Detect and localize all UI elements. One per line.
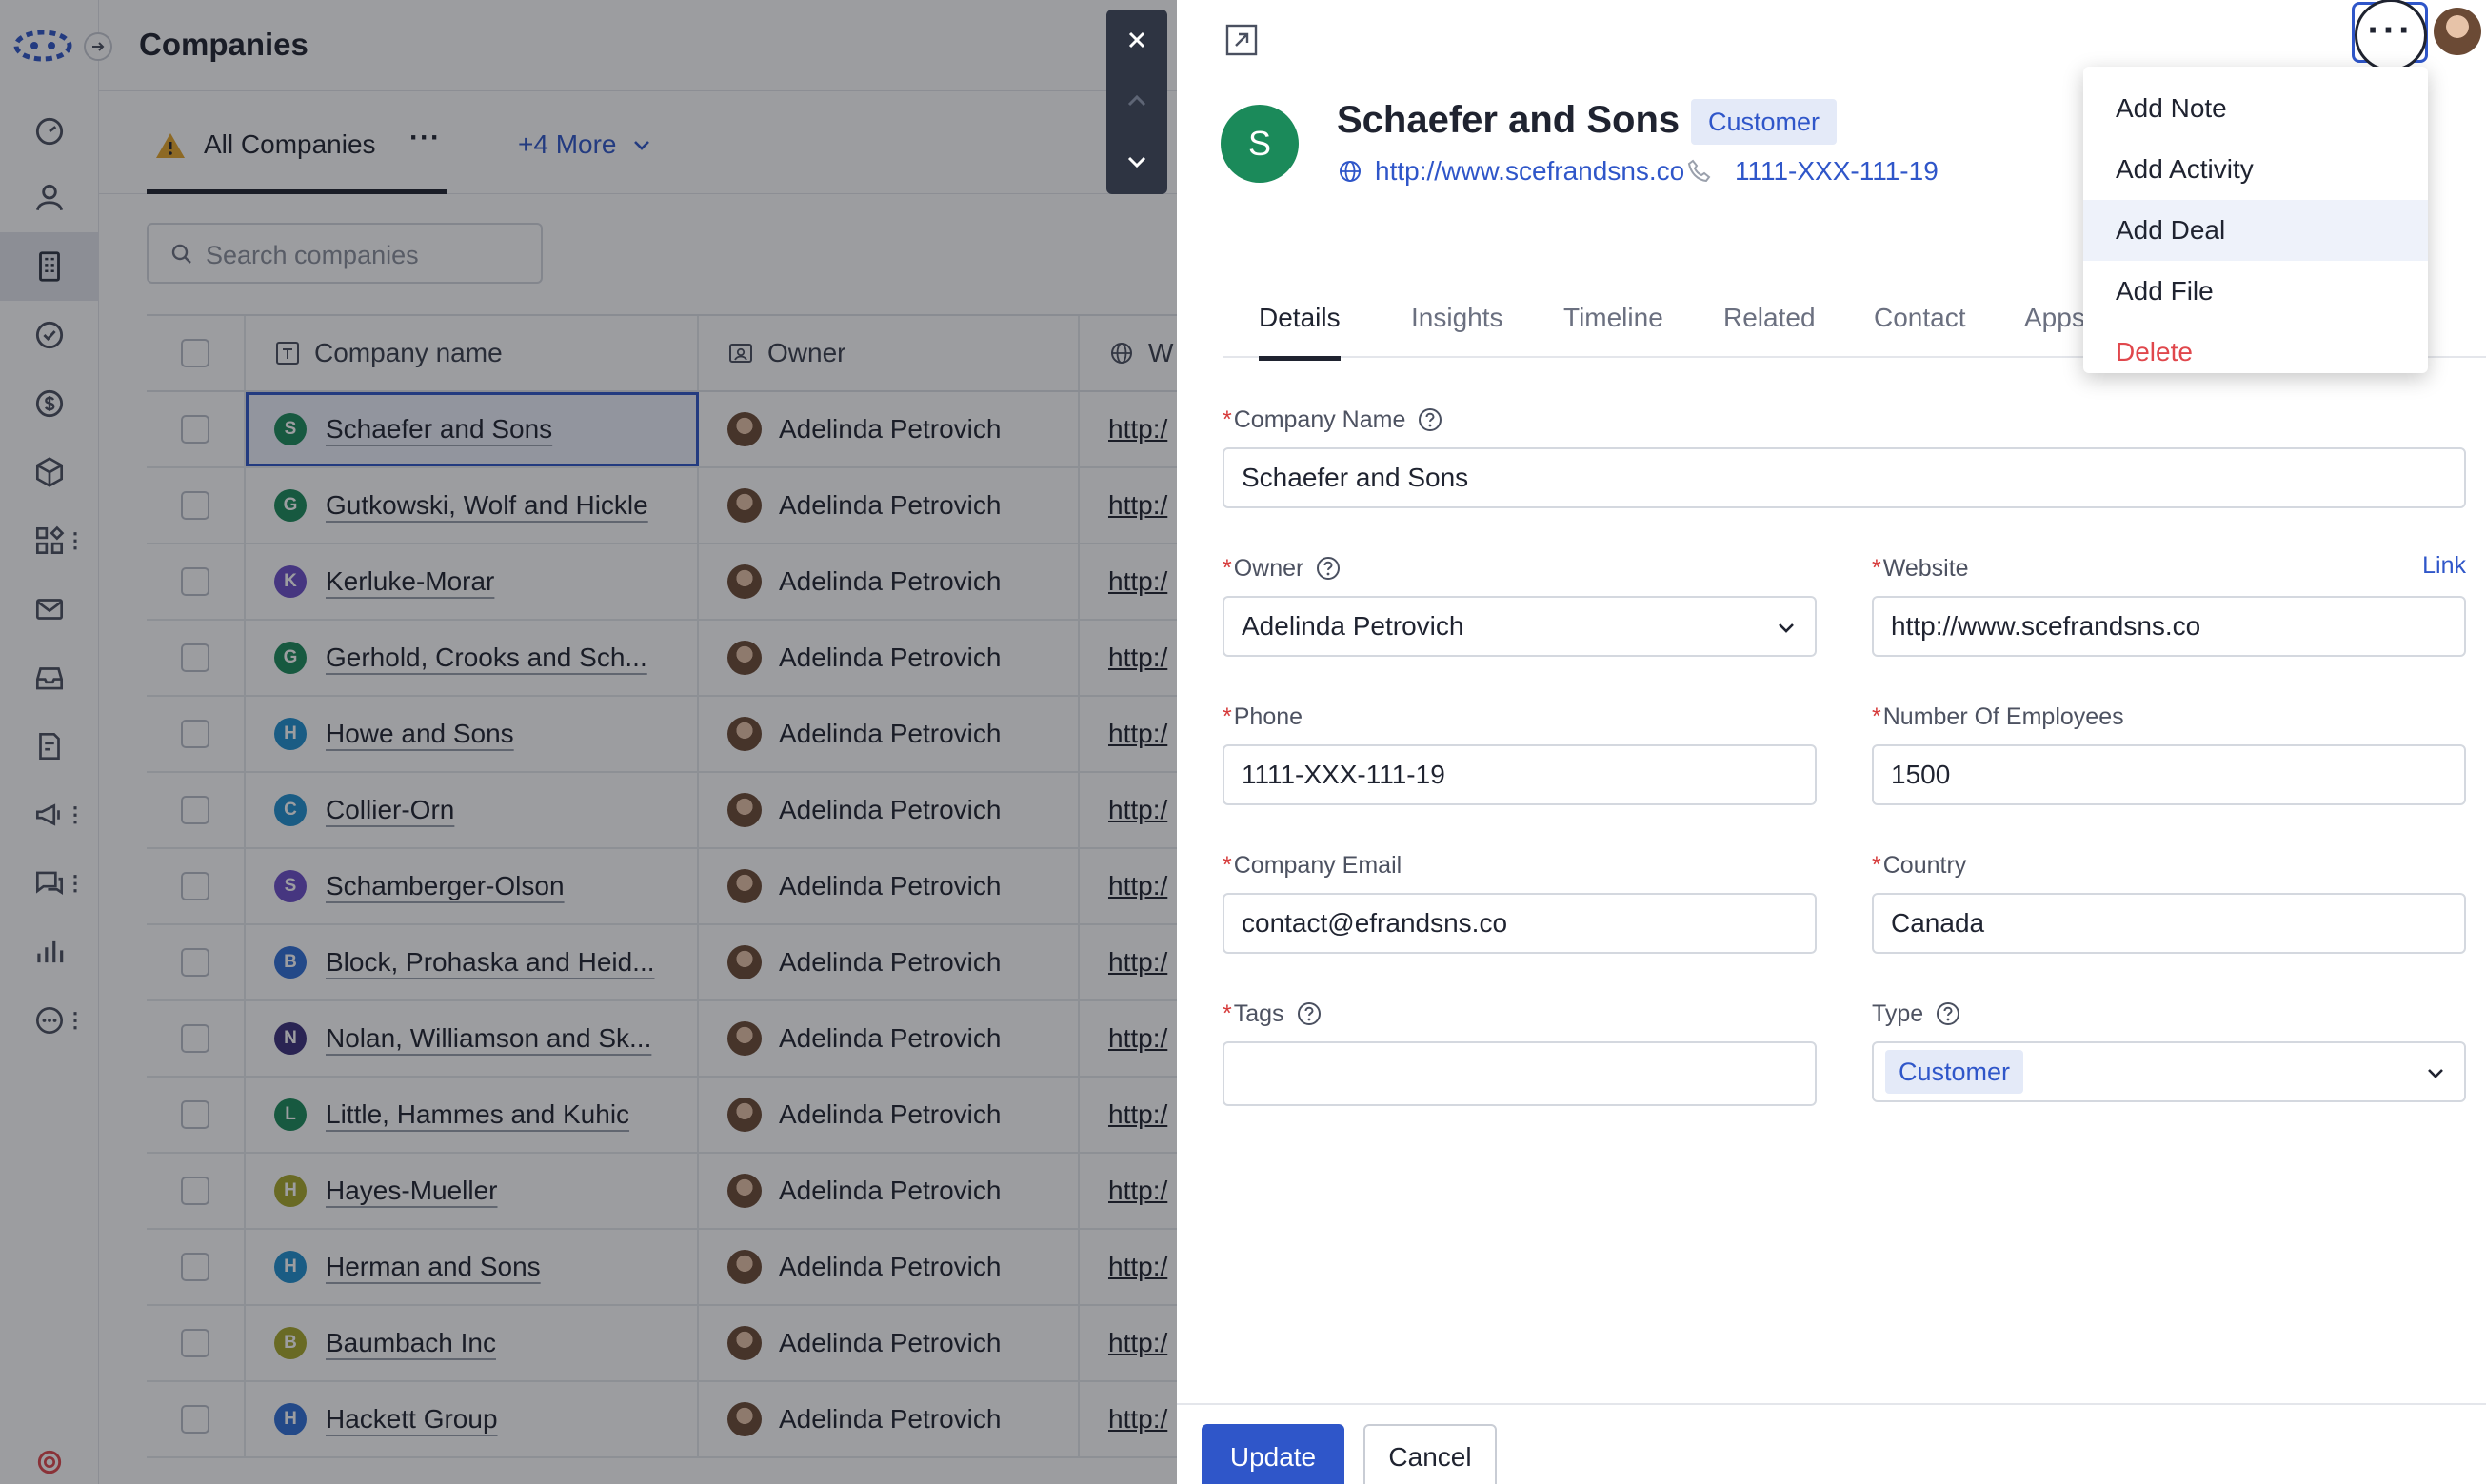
record-navigator (1106, 10, 1167, 194)
tab-insights[interactable]: Insights (1411, 303, 1503, 333)
tab-apps[interactable]: Apps (2024, 303, 2085, 333)
company-type-badge: Customer (1691, 99, 1838, 145)
more-actions-menu: Add Note Add Activity Add Deal Add File … (2083, 67, 2428, 373)
chevron-down-icon (1779, 623, 1794, 633)
tags-field: * Tags (1223, 998, 1817, 1106)
tab-related[interactable]: Related (1723, 303, 1816, 333)
menu-item-delete[interactable]: Delete (2083, 322, 2428, 383)
company-name-heading: Schaefer and Sons (1337, 99, 1681, 141)
menu-item-add-deal[interactable]: Add Deal (2083, 200, 2428, 261)
update-button[interactable]: Update (1202, 1424, 1344, 1484)
user-avatar[interactable] (2434, 8, 2481, 55)
help-icon[interactable] (1417, 406, 1443, 433)
tab-timeline[interactable]: Timeline (1563, 303, 1663, 333)
phone-field: * Phone 1111-XXX-111-19 (1223, 701, 1817, 805)
type-select[interactable]: Customer (1872, 1041, 2466, 1102)
tab-details[interactable]: Details (1259, 303, 1341, 361)
email-field: * Company Email contact@efrandsns.co (1223, 849, 1817, 954)
tags-input[interactable] (1223, 1041, 1817, 1106)
help-icon[interactable] (1315, 555, 1342, 582)
cancel-button[interactable]: Cancel (1363, 1424, 1497, 1484)
company-name-input[interactable]: Schaefer and Sons (1223, 447, 2466, 508)
phone-icon (1687, 159, 1711, 183)
menu-item-add-note[interactable]: Add Note (2083, 78, 2428, 139)
owner-field: * Owner Adelinda Petrovich (1223, 552, 1817, 657)
company-name-field: * Company Name Schaefer and Sons (1223, 404, 2466, 508)
country-input[interactable]: Canada (1872, 893, 2466, 954)
more-horizontal-icon: ··· (2355, 0, 2427, 71)
website-field: * Website Link http://www.scefrandsns.co (1872, 552, 2466, 657)
website-link-action[interactable]: Link (2422, 552, 2466, 580)
modal-backdrop[interactable] (0, 0, 1177, 1484)
country-field: * Country Canada (1872, 849, 2466, 954)
tab-contact[interactable]: Contact (1874, 303, 1966, 333)
panel-footer: Update Cancel (1177, 1403, 2486, 1484)
menu-item-add-file[interactable]: Add File (2083, 261, 2428, 322)
website-link[interactable]: http://www.scefrandsns.co (1337, 156, 1684, 187)
close-icon (1128, 31, 1145, 49)
type-field: Type Customer (1872, 998, 2466, 1102)
chevron-down-icon (2428, 1069, 2443, 1078)
help-icon[interactable] (1935, 1000, 1961, 1027)
close-panel-button[interactable] (1106, 10, 1167, 70)
chevron-up-icon (1127, 94, 1146, 107)
more-actions-button[interactable]: ··· (2352, 0, 2428, 71)
open-full-page-icon[interactable] (1224, 23, 1259, 57)
phone-input[interactable]: 1111-XXX-111-19 (1223, 744, 1817, 805)
employees-field: * Number Of Employees 1500 (1872, 701, 2466, 805)
next-record-button[interactable] (1106, 131, 1167, 192)
email-input[interactable]: contact@efrandsns.co (1223, 893, 1817, 954)
phone-link[interactable]: 1111-XXX-111-19 (1687, 156, 1939, 187)
owner-select[interactable]: Adelinda Petrovich (1223, 596, 1817, 657)
chevron-down-icon (1127, 156, 1146, 168)
globe-icon (1340, 161, 1361, 182)
company-avatar: S (1221, 105, 1299, 183)
type-chip: Customer (1885, 1050, 2024, 1094)
previous-record-button[interactable] (1106, 70, 1167, 131)
menu-item-add-activity[interactable]: Add Activity (2083, 139, 2428, 200)
website-input[interactable]: http://www.scefrandsns.co (1872, 596, 2466, 657)
employees-input[interactable]: 1500 (1872, 744, 2466, 805)
help-icon[interactable] (1296, 1000, 1323, 1027)
